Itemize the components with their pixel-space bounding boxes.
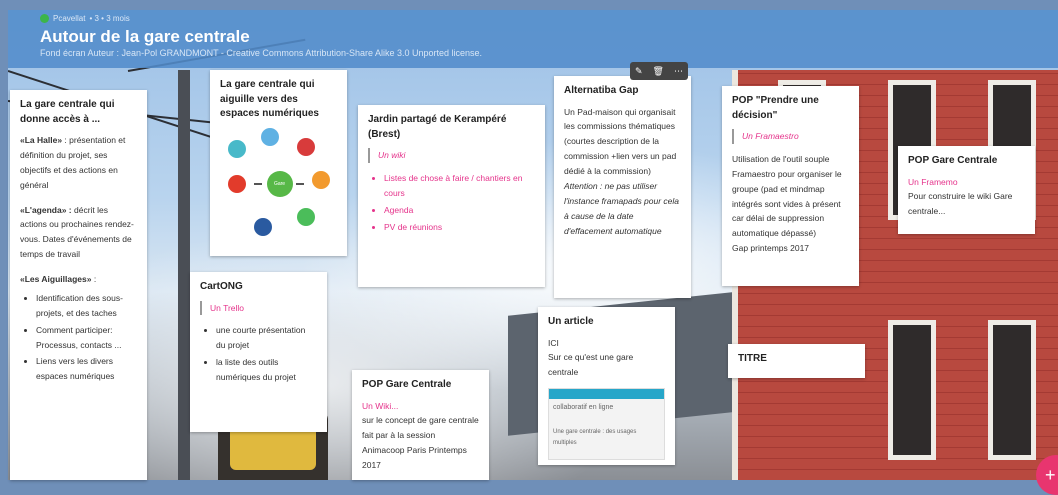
card-paragraph: «L'agenda» : décrit les actions ou proch… (20, 204, 134, 260)
card-text: sur le concept de gare centrale fait par… (362, 415, 479, 470)
card-title: Un article (548, 316, 594, 327)
post-toolbar: ✎ 🗑 ⋯ (630, 62, 688, 80)
hub-center: Gare centrale (266, 170, 293, 213)
post-card-gare-acces[interactable]: La gare centrale qui donne accès à ... «… (10, 90, 147, 480)
post-card-pop-gare[interactable]: POP Gare Centrale Un Wiki... sur le conc… (352, 370, 489, 480)
list-item: Liens vers les divers espaces numériques (36, 354, 137, 384)
hub-diagram-image: Gare centrale (224, 127, 334, 238)
card-text: Pour construire le wiki Gare centrale... (908, 191, 1013, 217)
more-icon[interactable]: ⋯ (674, 66, 683, 77)
article-link[interactable]: ICI (548, 336, 665, 351)
card-link-block: Un wiki (368, 148, 535, 163)
card-title: La gare centrale qui donne accès à ... (20, 99, 115, 125)
card-title: Alternatiba Gap (564, 85, 639, 96)
card-list: Listes de chose à faire / chantiers en c… (368, 171, 535, 235)
card-link-block: Un Framaestro (732, 129, 849, 144)
post-meta: • 3 • 3 mois (89, 14, 130, 23)
post-card-alternatiba[interactable]: Alternatiba Gap Un Pad-maison qui organi… (554, 76, 691, 298)
post-card-pop-decision[interactable]: POP "Prendre une décision" Un Framaestro… (722, 86, 859, 286)
card-link-block: Un Trello (200, 300, 317, 316)
framemo-link[interactable]: Un Framemo (908, 175, 1025, 190)
card-list: une courte présentation du projet la lis… (200, 323, 317, 385)
page-subtitle: Fond écran Auteur : Jean-Pol GRANDMONT -… (40, 48, 483, 58)
post-card-cartong[interactable]: CartONG Un Trello une courte présentatio… (190, 272, 327, 432)
card-title: POP "Prendre une décision" (732, 95, 819, 121)
card-paragraph: «La Halle» : présentation et définition … (20, 135, 126, 190)
list-item: une courte présentation du projet (216, 323, 317, 353)
list-item[interactable]: Listes de chose à faire / chantiers en c… (384, 171, 535, 201)
list-item[interactable]: Agenda (384, 203, 535, 218)
card-title: CartONG (200, 281, 243, 292)
post-card-aiguille[interactable]: La gare centrale qui aiguille vers des e… (210, 70, 347, 256)
article-thumbnail[interactable]: collaboratif en ligne Une gare centrale … (548, 388, 665, 461)
padlet-header: Pcavellat • 3 • 3 mois Autour de la gare… (8, 10, 1058, 68)
card-list: Identification des sous-projets, et des … (20, 291, 137, 384)
card-text: Un Pad-maison qui organisait les commiss… (564, 106, 677, 177)
card-italic-text: Attention : ne pas utiliser l'instance f… (564, 180, 680, 236)
card-title: POP Gare Centrale (908, 155, 998, 166)
card-text: Utilisation de l'outil souple Framaestro… (732, 153, 842, 239)
list-item: Comment participer: Processus, contacts … (36, 323, 137, 353)
avatar[interactable] (40, 14, 49, 23)
post-card-jardin[interactable]: Jardin partagé de Kerampéré (Brest) Un w… (358, 105, 545, 287)
card-title: Jardin partagé de Kerampéré (Brest) (368, 114, 507, 140)
list-item: la liste des outils numériques du projet (216, 355, 317, 385)
author-name[interactable]: Pcavellat (53, 14, 85, 23)
trash-icon[interactable]: 🗑 (653, 66, 664, 77)
post-card-titre[interactable]: TITRE (728, 344, 865, 378)
card-title: POP Gare Centrale (362, 379, 452, 390)
card-title: TITRE (738, 353, 767, 364)
post-card-article[interactable]: Un article ICI Sur ce qu'est une gare ce… (538, 307, 675, 465)
wiki-link[interactable]: Un wiki (378, 150, 405, 160)
page-title: Autour de la gare centrale (40, 27, 250, 46)
pylon (178, 70, 190, 480)
wiki-link[interactable]: Un Wiki... (362, 399, 479, 414)
edit-icon[interactable]: ✎ (635, 66, 643, 77)
list-item: Identification des sous-projets, et des … (36, 291, 137, 321)
post-card-pop-framemo[interactable]: POP Gare Centrale Un Framemo Pour constr… (898, 146, 1035, 234)
framaestro-link[interactable]: Un Framaestro (742, 131, 799, 141)
card-footer-text: Gap printemps 2017 (732, 243, 810, 254)
list-item[interactable]: PV de réunions (384, 220, 535, 235)
header-meta: Pcavellat • 3 • 3 mois (40, 14, 130, 23)
card-paragraph: «Les Aiguillages» : (20, 274, 97, 284)
card-text: Sur ce qu'est une gare centrale (548, 352, 634, 378)
trello-link[interactable]: Un Trello (210, 303, 244, 313)
card-title: La gare centrale qui aiguille vers des e… (220, 79, 319, 119)
